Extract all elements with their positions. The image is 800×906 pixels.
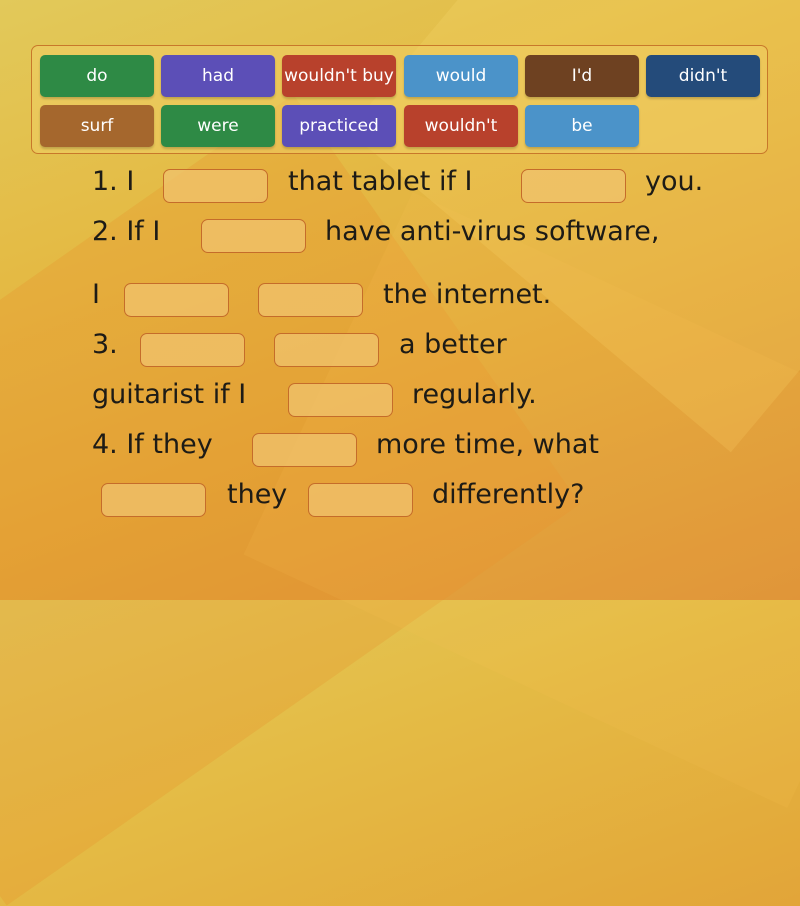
word-tile-be[interactable]: be: [525, 105, 639, 147]
sentence-1-text: that tablet if I: [288, 166, 473, 197]
word-bank: do had wouldn't buy would I'd didn't sur…: [31, 45, 768, 154]
drop-slot-4b[interactable]: [101, 483, 206, 517]
drop-slot-4a[interactable]: [252, 433, 357, 467]
word-tile-surf[interactable]: surf: [40, 105, 154, 147]
drop-slot-1a[interactable]: [163, 169, 268, 203]
drop-slot-2a[interactable]: [201, 219, 306, 253]
sentence-3-text: regularly.: [412, 379, 537, 410]
sentence-3-text: 3.: [92, 329, 118, 360]
drop-slot-3c[interactable]: [288, 383, 393, 417]
sentence-4-text: 4. If they: [92, 429, 213, 460]
sentence-4-text: more time, what: [376, 429, 600, 460]
drop-slot-4c[interactable]: [308, 483, 413, 517]
word-tile-practiced[interactable]: practiced: [282, 105, 396, 147]
sentence-2-text: have anti-virus software,: [325, 216, 660, 247]
word-tile-wouldnt-buy[interactable]: wouldn't buy: [282, 55, 396, 97]
sentence-4-text: they: [227, 479, 288, 510]
word-tile-were[interactable]: were: [161, 105, 275, 147]
word-tile-do[interactable]: do: [40, 55, 154, 97]
sentence-2-text: the internet.: [383, 279, 552, 310]
sentence-2-text: 2. If I: [92, 216, 161, 247]
drop-slot-3a[interactable]: [140, 333, 245, 367]
drop-slot-3b[interactable]: [274, 333, 379, 367]
word-tile-wouldnt[interactable]: wouldn't: [404, 105, 518, 147]
sentence-1-text: 1. I: [92, 166, 135, 197]
sentence-4-text: differently?: [432, 479, 585, 510]
sentence-3-text: guitarist if I: [92, 379, 247, 410]
drop-slot-2b[interactable]: [124, 283, 229, 317]
word-tile-didnt[interactable]: didn't: [646, 55, 760, 97]
word-tile-had[interactable]: had: [161, 55, 275, 97]
sentence-1-text: you.: [645, 166, 704, 197]
sentence-2-text: I: [92, 279, 100, 310]
sentence-3-text: a better: [399, 329, 507, 360]
drop-slot-1b[interactable]: [521, 169, 626, 203]
drop-slot-2c[interactable]: [258, 283, 363, 317]
word-tile-id[interactable]: I'd: [525, 55, 639, 97]
word-tile-would[interactable]: would: [404, 55, 518, 97]
